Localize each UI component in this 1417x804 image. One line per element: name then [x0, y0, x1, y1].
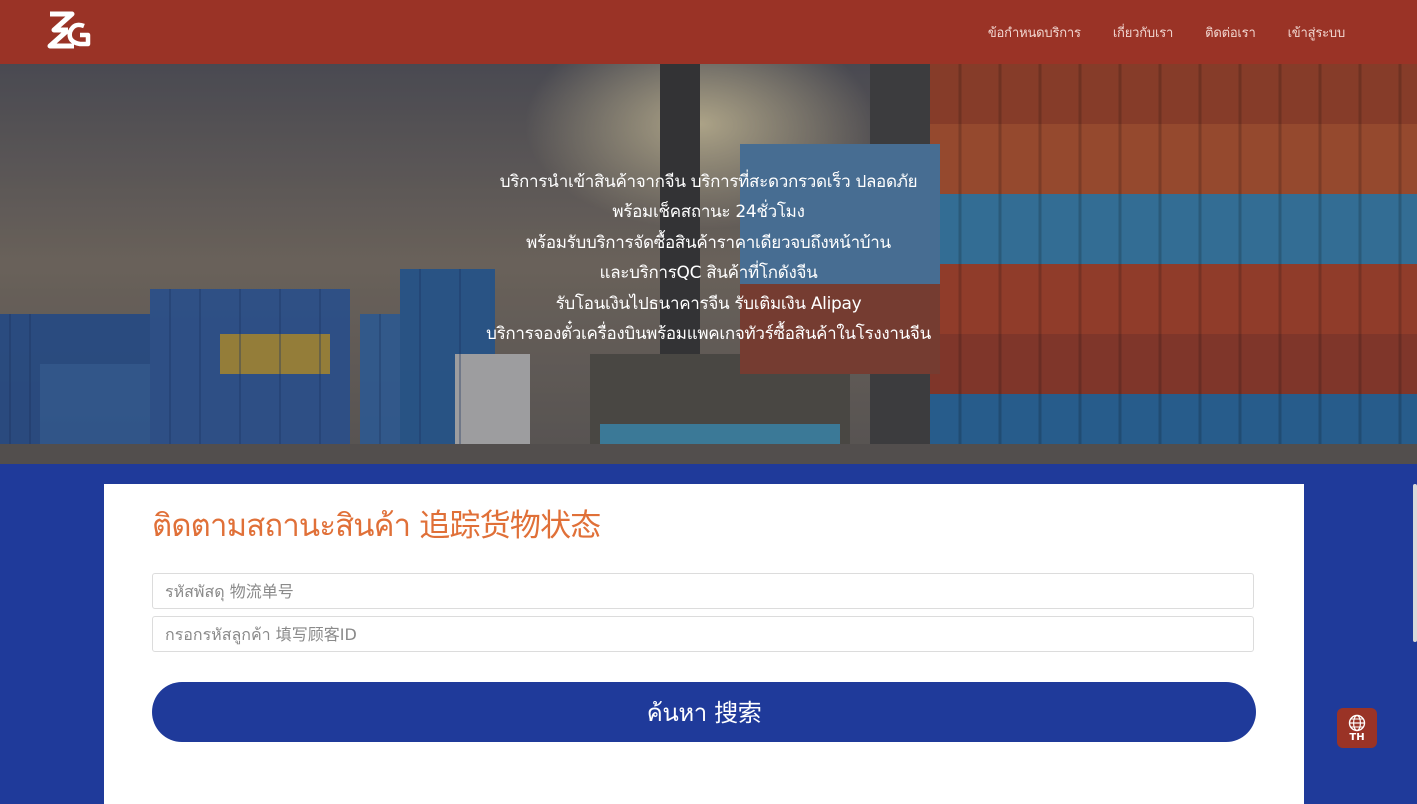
hero-line: บริการจองตั๋วเครื่องบินพร้อมแพคเกจทัวร์ซ… — [486, 324, 931, 345]
search-button[interactable]: ค้นหา 搜索 — [152, 682, 1256, 742]
globe-icon — [1348, 714, 1366, 731]
nav-contact-link[interactable]: ติดต่อเรา — [1205, 22, 1256, 43]
hero-line: รับโอนเงินไปธนาคารจีน รับเติมเงิน Alipay — [555, 293, 862, 314]
zg-logo-icon[interactable] — [44, 8, 94, 52]
hero-description: บริการนำเข้าสินค้าจากจีน บริการที่สะดวกร… — [0, 167, 1417, 349]
tracking-title: ติดตามสถานะสินค้า 追踪货物状态 — [152, 508, 601, 544]
language-switch-button[interactable]: TH — [1337, 708, 1377, 748]
nav-about-link[interactable]: เกี่ยวกับเรา — [1113, 22, 1173, 43]
customer-id-input[interactable] — [152, 616, 1254, 652]
parcel-code-input[interactable] — [152, 573, 1254, 609]
nav-terms-link[interactable]: ข้อกำหนดบริการ — [988, 22, 1081, 43]
main-nav: ข้อกำหนดบริการ เกี่ยวกับเรา ติดต่อเรา เข… — [988, 0, 1345, 64]
hero-line: บริการนำเข้าสินค้าจากจีน บริการที่สะดวกร… — [499, 172, 918, 192]
hero-banner: บริการนำเข้าสินค้าจากจีน บริการที่สะดวกร… — [0, 64, 1417, 464]
hero-line: และบริการQC สินค้าที่โกดังจีน — [599, 263, 818, 284]
page-scrollbar[interactable] — [1413, 484, 1417, 642]
tracking-card: ติดตามสถานะสินค้า 追踪货物状态 ค้นหา 搜索 — [104, 484, 1304, 804]
hero-line: พร้อมรับบริการจัดซื้อสินค้าราคาเดียวจบถึ… — [526, 232, 891, 253]
language-label: TH — [1349, 731, 1365, 743]
top-navbar: ข้อกำหนดบริการ เกี่ยวกับเรา ติดต่อเรา เข… — [0, 0, 1417, 64]
hero-line: พร้อมเช็คสถานะ 24ชั่วโมง — [612, 202, 805, 223]
nav-login-link[interactable]: เข้าสู่ระบบ — [1288, 22, 1346, 43]
